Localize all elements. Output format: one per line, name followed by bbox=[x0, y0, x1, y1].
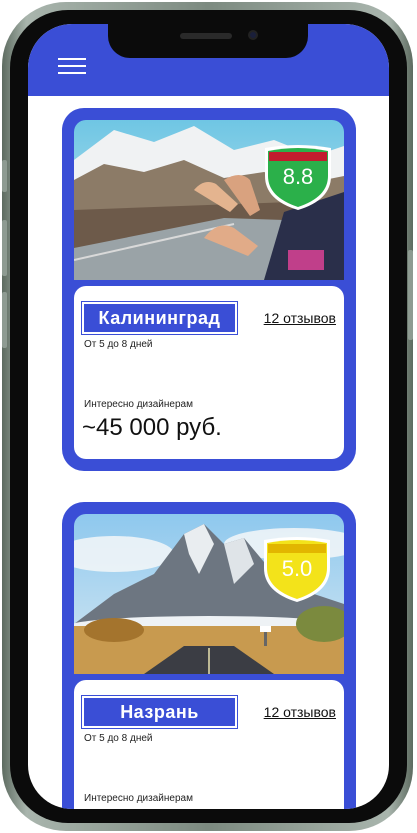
rating-value: 5.0 bbox=[281, 556, 313, 581]
screen: 8.8 Калининград 12 отзывов От 5 до 8 дне… bbox=[28, 24, 389, 809]
tour-photo: 8.8 bbox=[74, 120, 344, 280]
tour-audience: Интересно дизайнерам bbox=[84, 399, 193, 410]
tour-audience: Интересно дизайнерам bbox=[84, 793, 193, 804]
rating-badge: 8.8 bbox=[261, 138, 335, 212]
power-button bbox=[408, 250, 413, 340]
speaker-grille bbox=[180, 33, 232, 39]
rating-value: 8.8 bbox=[282, 164, 314, 189]
rating-badge: 5.0 bbox=[260, 530, 334, 604]
tour-info: Калининград 12 отзывов От 5 до 8 дней Ин… bbox=[74, 286, 344, 459]
camera-icon bbox=[248, 30, 258, 40]
volume-down-button bbox=[2, 292, 7, 348]
tour-price: ~45 000 руб. bbox=[82, 414, 222, 441]
tour-duration: От 5 до 8 дней bbox=[84, 339, 153, 350]
city-label: Назрань bbox=[81, 695, 238, 729]
reviews-link[interactable]: 12 отзывов bbox=[264, 704, 336, 720]
mute-switch bbox=[2, 160, 7, 192]
reviews-link[interactable]: 12 отзывов bbox=[264, 310, 336, 326]
hamburger-menu-icon[interactable] bbox=[58, 58, 86, 76]
city-label: Калининград bbox=[81, 301, 238, 335]
tour-card[interactable]: 8.8 Калининград 12 отзывов От 5 до 8 дне… bbox=[62, 108, 356, 471]
volume-up-button bbox=[2, 220, 7, 276]
tour-duration: От 5 до 8 дней bbox=[84, 733, 153, 744]
tour-card[interactable]: 5.0 Назрань 12 отзывов От 5 до 8 дней Ин… bbox=[62, 502, 356, 809]
phone-notch bbox=[108, 24, 308, 58]
tour-photo: 5.0 bbox=[74, 514, 344, 674]
tour-info: Назрань 12 отзывов От 5 до 8 дней Интере… bbox=[74, 680, 344, 809]
